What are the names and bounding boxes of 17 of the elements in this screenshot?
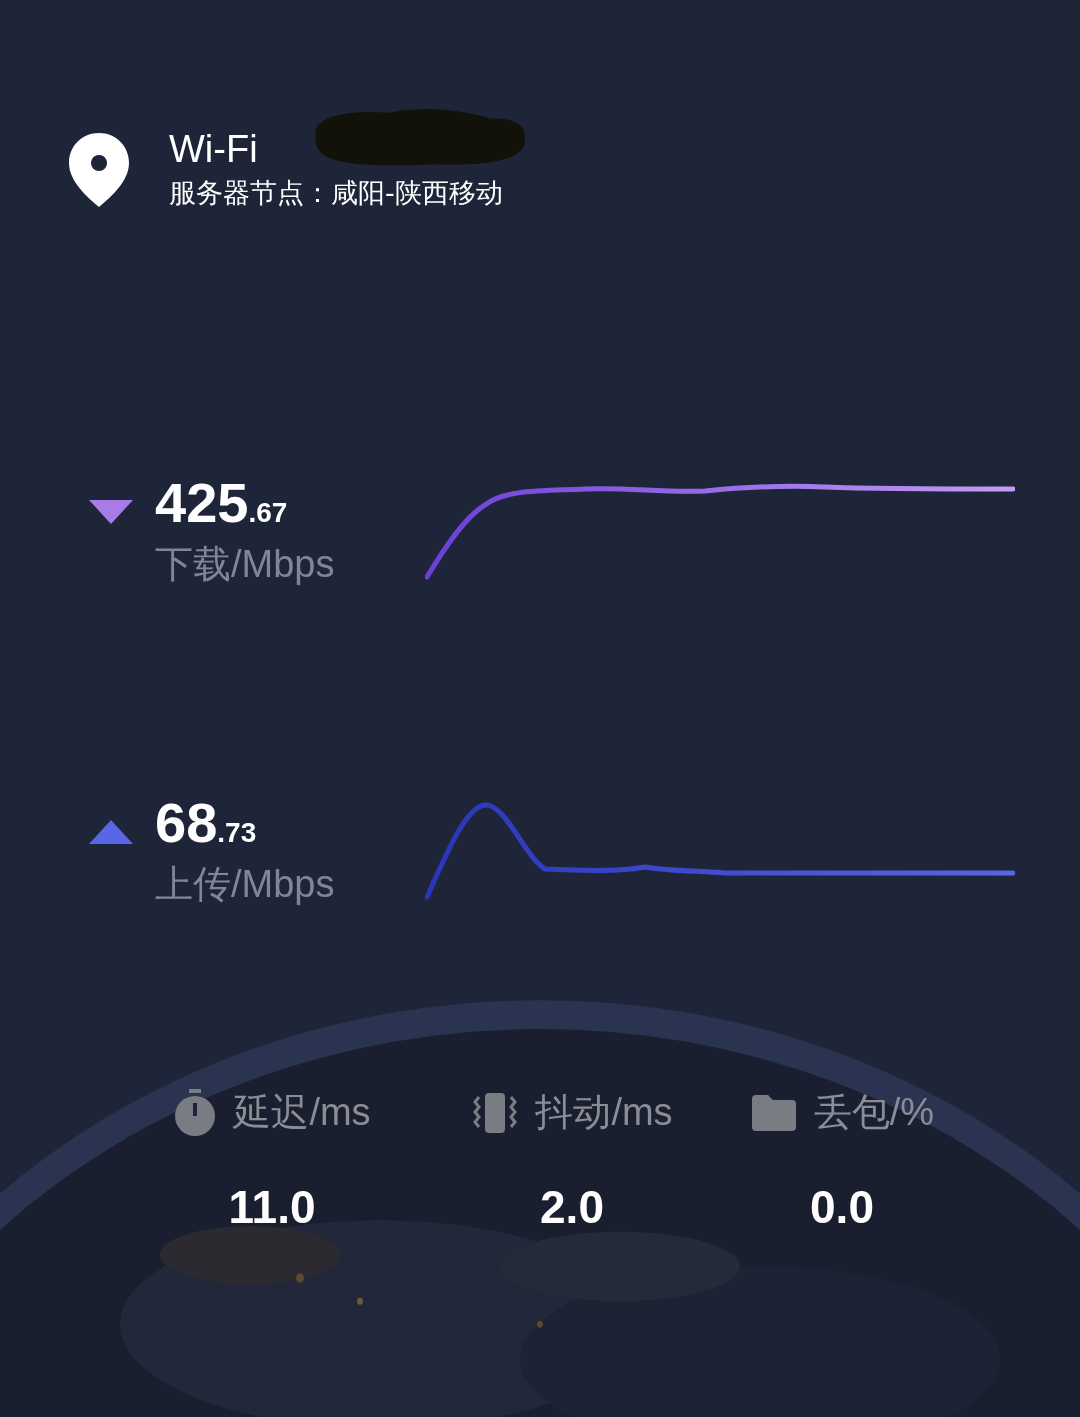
stat-value: 0.0: [810, 1180, 874, 1234]
stat-value: 2.0: [540, 1180, 604, 1234]
speed-value: 68.73: [155, 794, 258, 851]
speed-value: 425.67: [155, 474, 289, 531]
stat-label: 丢包/%: [813, 1090, 935, 1135]
location-pin-icon: [67, 130, 131, 209]
stat-value: 11.0: [228, 1180, 316, 1234]
speed-unit-label: 下载/Mbps: [155, 541, 336, 587]
stopwatch-icon: [173, 1088, 218, 1137]
server-node-text: 服务器节点：咸阳-陕西移动: [169, 176, 503, 210]
download-triangle-icon: [89, 500, 133, 524]
speed-unit-label: 上传/Mbps: [155, 861, 336, 907]
network-name: Wi-Fi: [169, 128, 259, 171]
upload-triangle-icon: [89, 820, 133, 844]
vibrating-phone-icon: [471, 1090, 520, 1135]
stat-label: 抖动/ms: [535, 1090, 673, 1135]
stat-label: 延迟/ms: [233, 1090, 371, 1135]
